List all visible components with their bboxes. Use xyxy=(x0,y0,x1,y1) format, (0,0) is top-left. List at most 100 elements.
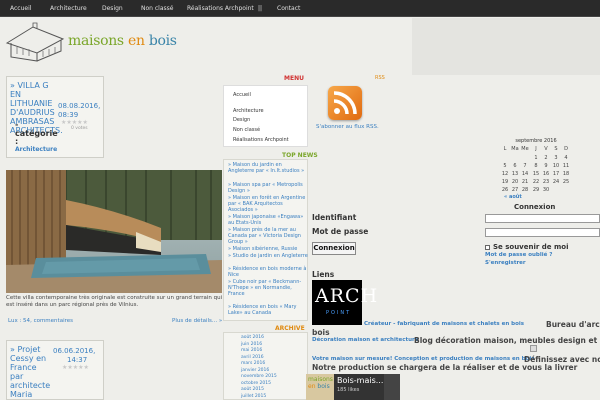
nav-item-architecture[interactable]: Architecture xyxy=(50,5,87,12)
archive-item[interactable]: août 2015 xyxy=(241,387,264,392)
calendar-day[interactable]: 27 xyxy=(510,187,520,193)
register-link[interactable]: S'enregistrer xyxy=(485,260,526,266)
facebook-page-thumbnail[interactable]: maisons en bois xyxy=(306,374,334,400)
calendar-day[interactable]: 20 xyxy=(510,179,520,185)
arch-logo-text: ARCH xyxy=(315,285,379,307)
menu-item-non-classe[interactable]: Non classé xyxy=(233,127,260,133)
calendar-day[interactable]: 10 xyxy=(551,163,561,169)
comments-link[interactable]: commentaires xyxy=(34,318,73,324)
remember-me-row[interactable]: Se souvenir de moi xyxy=(485,243,568,251)
calendar-day[interactable]: 15 xyxy=(531,171,541,177)
post-header-box-2: » Projet Cessy en France par architecte … xyxy=(6,340,104,400)
calendar-day[interactable]: 13 xyxy=(510,171,520,177)
archive-item[interactable]: octobre 2015 xyxy=(241,381,271,386)
menu-item-realisations[interactable]: Réalisations Archpoint xyxy=(233,137,289,143)
calendar-day[interactable]: 14 xyxy=(520,171,530,177)
top-news-item[interactable]: » Maison japonaise «Engawa» au Etats-Uni… xyxy=(228,214,308,226)
calendar-day[interactable]: 22 xyxy=(531,179,541,185)
calendar-day[interactable]: 11 xyxy=(561,163,571,169)
top-news-item[interactable]: » Cube noir par « Beckmann-N'Thepe » en … xyxy=(228,279,308,297)
calendar-prev-link[interactable]: « août xyxy=(504,194,522,200)
top-news-item[interactable]: » Studio de jardin en Angleterre xyxy=(228,253,308,259)
calendar-day[interactable]: 23 xyxy=(541,179,551,185)
archive-item[interactable]: avril 2016 xyxy=(241,355,264,360)
archive-item[interactable]: mars 2016 xyxy=(241,361,265,366)
archive-item[interactable]: juillet 2015 xyxy=(241,394,266,399)
post-title-2[interactable]: » Projet Cessy en France par architecte … xyxy=(10,345,50,400)
link-maison-sur-mesure[interactable]: Votre maison sur mesure! Conception et p… xyxy=(312,356,534,362)
house-logo-icon[interactable] xyxy=(3,21,67,63)
nav-item-non-classe[interactable]: Non classé xyxy=(141,5,173,12)
calendar-day[interactable]: 29 xyxy=(531,187,541,193)
calendar-day[interactable]: 8 xyxy=(531,163,541,169)
read-more-link[interactable]: Plus de détails... » xyxy=(172,318,222,324)
link-bois-text: bois xyxy=(312,328,330,337)
calendar-day[interactable]: 7 xyxy=(520,163,530,169)
rss-subscribe-link[interactable]: S'abonner au flux RSS. xyxy=(316,124,379,130)
site-logo-text[interactable]: maisons en bois xyxy=(68,33,177,49)
nav-item-design[interactable]: Design xyxy=(102,5,123,12)
top-news-item[interactable]: » Maison spa par « Metropolis Design » xyxy=(228,182,308,194)
calendar-day[interactable]: 9 xyxy=(541,163,551,169)
calendar-weekday-header: Me xyxy=(521,146,529,152)
forgot-password-link[interactable]: Mot de passe oublié ? xyxy=(485,252,552,258)
category-label-dash: - xyxy=(15,120,19,129)
calendar-day[interactable]: 30 xyxy=(541,187,551,193)
calendar-day[interactable]: 5 xyxy=(500,163,510,169)
archpoint-logo[interactable]: ARCH POINT xyxy=(312,280,377,325)
top-news-item[interactable]: » Maison du jardin en Angleterre par « I… xyxy=(228,162,308,174)
calendar-day[interactable]: 17 xyxy=(551,171,561,177)
calendar-day[interactable]: 4 xyxy=(561,155,571,161)
calendar-day[interactable]: 18 xyxy=(561,171,571,177)
top-news-item[interactable]: » Résidence en bois moderne à Nice xyxy=(228,266,308,278)
calendar-day[interactable]: 19 xyxy=(500,179,510,185)
link-createur[interactable]: Créateur - fabriquant de maisons et chal… xyxy=(364,321,524,327)
username-input[interactable] xyxy=(485,214,600,223)
identifiant-label: Identifiant xyxy=(312,213,357,222)
post-date: 08.08.2016, xyxy=(58,102,101,110)
menu-item-architecture[interactable]: Architecture xyxy=(233,108,264,114)
nav-item-accueil[interactable]: Accueil xyxy=(10,5,31,12)
top-news-item[interactable]: » Maison près de la mer au Canada par « … xyxy=(228,227,308,245)
calendar-day[interactable]: 25 xyxy=(561,179,571,185)
connexion-button[interactable]: Connexion xyxy=(312,242,356,255)
links-heading: Liens xyxy=(312,270,335,279)
facebook-page-card[interactable]: Bois-mais... 185 likes xyxy=(334,374,384,400)
nav-item-contact[interactable]: Contact xyxy=(277,5,300,12)
menu-item-accueil[interactable]: Accueil xyxy=(233,92,251,98)
menu-item-design[interactable]: Design xyxy=(233,117,250,123)
rating-stars-2[interactable]: ★★★★★ xyxy=(62,364,89,371)
archive-item[interactable]: janvier 2016 xyxy=(241,368,269,373)
archive-item[interactable]: août 2016 xyxy=(241,335,264,340)
calendar-day[interactable]: 12 xyxy=(500,171,510,177)
calendar-day[interactable]: 21 xyxy=(520,179,530,185)
archive-item[interactable]: juin 2016 xyxy=(241,342,262,347)
remember-me-checkbox[interactable] xyxy=(485,244,490,250)
calendar-day[interactable]: 6 xyxy=(510,163,520,169)
nav-item-realisations[interactable]: Réalisations Archpoint xyxy=(187,5,254,12)
calendar-day[interactable]: 26 xyxy=(500,187,510,193)
rss-icon[interactable] xyxy=(328,86,362,120)
top-news-item[interactable]: » Maison sibérienne, Russie xyxy=(228,246,308,252)
top-news-box: » Maison du jardin en Angleterre par « I… xyxy=(223,159,308,321)
archive-box: août 2016 juin 2016 mai 2016 avril 2016 … xyxy=(223,332,308,400)
calendar-day[interactable]: 24 xyxy=(551,179,561,185)
post-photo[interactable] xyxy=(6,170,222,293)
calendar-day[interactable]: 2 xyxy=(541,155,551,161)
calendar-day[interactable]: 3 xyxy=(551,155,561,161)
fb-thumb-word-3: bois xyxy=(317,383,330,390)
password-input[interactable] xyxy=(485,228,600,237)
arch-logo-subtext: POINT xyxy=(326,310,352,316)
top-news-item[interactable]: » Résidence en bois « Mary Lake» au Cana… xyxy=(228,304,308,316)
rating-stars[interactable]: ★★★★★ xyxy=(61,119,88,126)
votes-count: 0 votes xyxy=(71,126,88,131)
link-decoration[interactable]: Décoration maison et architecture xyxy=(312,337,418,343)
calendar-day[interactable]: 28 xyxy=(520,187,530,193)
calendar-day[interactable]: 1 xyxy=(531,155,541,161)
archive-item[interactable]: mai 2016 xyxy=(241,348,262,353)
calendar-day[interactable]: 16 xyxy=(541,171,551,177)
facebook-page-title[interactable]: Bois-mais... xyxy=(337,376,383,385)
category-link[interactable]: Architecture xyxy=(15,146,57,153)
archive-item[interactable]: novembre 2015 xyxy=(241,374,277,379)
top-news-item[interactable]: » Maison en forêt en Argentine par « BAK… xyxy=(228,195,308,213)
